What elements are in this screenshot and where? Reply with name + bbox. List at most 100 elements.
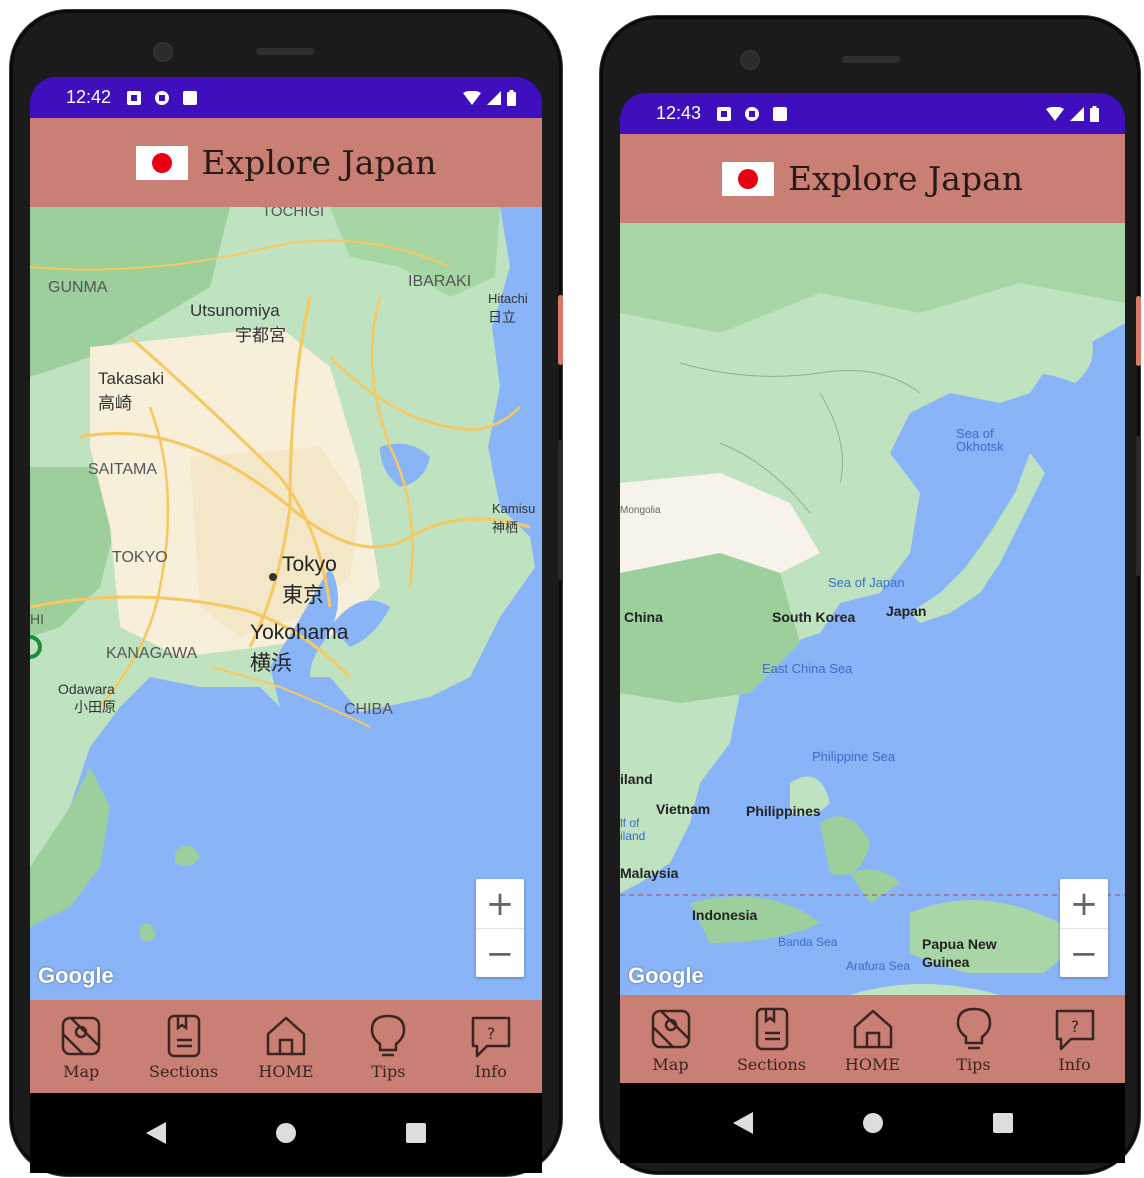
notification-icon: [717, 106, 732, 121]
sd-card-icon: [183, 90, 198, 105]
front-camera: [742, 52, 758, 68]
japan-flag-icon: [722, 161, 774, 196]
earpiece-speaker: [842, 56, 900, 63]
nav-item-home[interactable]: HOME: [823, 1005, 923, 1074]
nav-item-sections[interactable]: Sections: [722, 1005, 822, 1074]
lightbulb-icon: [371, 1014, 406, 1057]
map-label: Utsunomiya: [190, 301, 280, 320]
signal-icon: [1070, 106, 1084, 121]
google-logo[interactable]: Google: [38, 963, 114, 989]
nav-label: HOME: [844, 1054, 901, 1074]
map-label: China: [624, 609, 663, 625]
book-icon: [755, 1007, 788, 1050]
map-label: Japan: [886, 603, 927, 619]
nav-item-home[interactable]: HOME: [236, 1012, 336, 1081]
zoom-in-button[interactable]: +: [1060, 879, 1108, 928]
map-icon: [651, 1009, 690, 1048]
map-label: HI: [30, 611, 44, 627]
home-circle-icon[interactable]: [271, 1118, 301, 1148]
recents-icon[interactable]: [401, 1118, 431, 1148]
power-button: [558, 440, 563, 580]
map-icon: [61, 1016, 101, 1056]
home-icon: [853, 1009, 892, 1048]
map-label-yokohama-jp: 横浜: [250, 652, 292, 675]
screen: 12:42 Explore Japan TOCHIGI GUNMA IBARAK…: [30, 77, 542, 1173]
nav-label: Sections: [149, 1062, 219, 1081]
help-bubble-icon: ?: [471, 1016, 510, 1058]
nav-item-tips[interactable]: Tips: [338, 1012, 438, 1081]
nav-label: Info: [1058, 1054, 1091, 1074]
notification-icon: [127, 90, 142, 105]
map-label: KANAGAWA: [106, 645, 198, 662]
zoom-out-button[interactable]: −: [476, 928, 524, 978]
map-label: Sea of Okhotsk: [956, 426, 1004, 454]
app-bar: Explore Japan: [30, 118, 542, 207]
nav-label: Map: [652, 1054, 689, 1074]
zoom-in-button[interactable]: +: [476, 879, 524, 928]
map-label: lf of iland: [620, 816, 646, 843]
map-label-tokyo-jp: 東京: [282, 584, 324, 607]
map-label: Philippines: [746, 803, 821, 819]
google-logo[interactable]: Google: [628, 963, 704, 989]
nav-label: Tips: [371, 1062, 406, 1081]
map-label: Papua New Guinea: [922, 936, 997, 970]
lightbulb-icon: [956, 1007, 991, 1049]
phone-right: 12:43 Explore Japan Mongolia Sea of Okho…: [600, 16, 1141, 1174]
status-bar: 12:42: [30, 77, 542, 118]
svg-text:?: ?: [1070, 1017, 1079, 1036]
nav-item-tips[interactable]: Tips: [924, 1005, 1024, 1074]
map-label: Hitachi: [488, 291, 528, 306]
help-bubble-icon: ?: [1055, 1009, 1094, 1050]
back-icon[interactable]: [141, 1118, 171, 1148]
zoom-out-button[interactable]: −: [1060, 928, 1108, 978]
app-title: Explore Japan: [201, 143, 437, 182]
nav-label: Map: [63, 1062, 100, 1081]
tokyo-marker: [269, 573, 277, 581]
map-view[interactable]: TOCHIGI GUNMA IBARAKI Utsunomiya 宇都宮 Hit…: [30, 207, 542, 1000]
home-circle-icon[interactable]: [858, 1108, 888, 1138]
system-navigation-bar: [30, 1093, 542, 1173]
notification-icon: [155, 90, 170, 105]
map-label-yokohama: Yokohama: [250, 621, 349, 644]
recents-icon[interactable]: [988, 1108, 1018, 1138]
signal-icon: [487, 90, 501, 105]
status-time: 12:42: [66, 87, 112, 107]
map-label: Malaysia: [620, 865, 679, 881]
battery-icon: [507, 89, 516, 106]
map-label: 日立: [488, 309, 516, 325]
earpiece-speaker: [256, 48, 314, 55]
map-label: East China Sea: [762, 661, 853, 676]
map-label: TOCHIGI: [262, 207, 325, 220]
nav-label: Tips: [956, 1054, 991, 1074]
nav-item-info[interactable]: ? Info: [441, 1012, 541, 1081]
map-label: Vietnam: [656, 801, 711, 817]
map-view[interactable]: Mongolia Sea of Okhotsk Sea of Japan Chi…: [620, 223, 1125, 995]
map-label: Odawara: [58, 681, 115, 697]
map-label: TOKYO: [112, 549, 168, 566]
bottom-navigation: Map Sections HOME Tips ? Info: [30, 1000, 542, 1093]
map-label: Takasaki: [98, 369, 165, 388]
nav-item-sections[interactable]: Sections: [134, 1012, 234, 1081]
map-label: GUNMA: [48, 279, 108, 296]
nav-item-info[interactable]: ? Info: [1025, 1005, 1125, 1074]
map-label: Banda Sea: [778, 935, 838, 949]
bottom-navigation: Map Sections HOME Tips ? Info: [620, 995, 1125, 1083]
map-label: 高崎: [98, 394, 132, 413]
map-label: Mongolia: [620, 505, 661, 516]
map-label: South Korea: [772, 609, 856, 625]
screen: 12:43 Explore Japan Mongolia Sea of Okho…: [620, 93, 1125, 1163]
map-label: CHIBA: [344, 701, 393, 718]
map-label: Indonesia: [692, 907, 758, 923]
status-time: 12:43: [656, 103, 702, 123]
map-label-tokyo: Tokyo: [282, 553, 337, 576]
svg-text:?: ?: [487, 1024, 496, 1043]
zoom-controls: + −: [476, 879, 524, 977]
nav-label: HOME: [258, 1062, 314, 1081]
map-label: Sea of Japan: [828, 575, 905, 590]
map-canvas: [620, 223, 1125, 995]
nav-item-map[interactable]: Map: [31, 1012, 131, 1081]
nav-item-map[interactable]: Map: [621, 1005, 721, 1074]
back-icon[interactable]: [728, 1108, 758, 1138]
sd-card-icon: [773, 106, 788, 121]
app-bar: Explore Japan: [620, 134, 1125, 223]
